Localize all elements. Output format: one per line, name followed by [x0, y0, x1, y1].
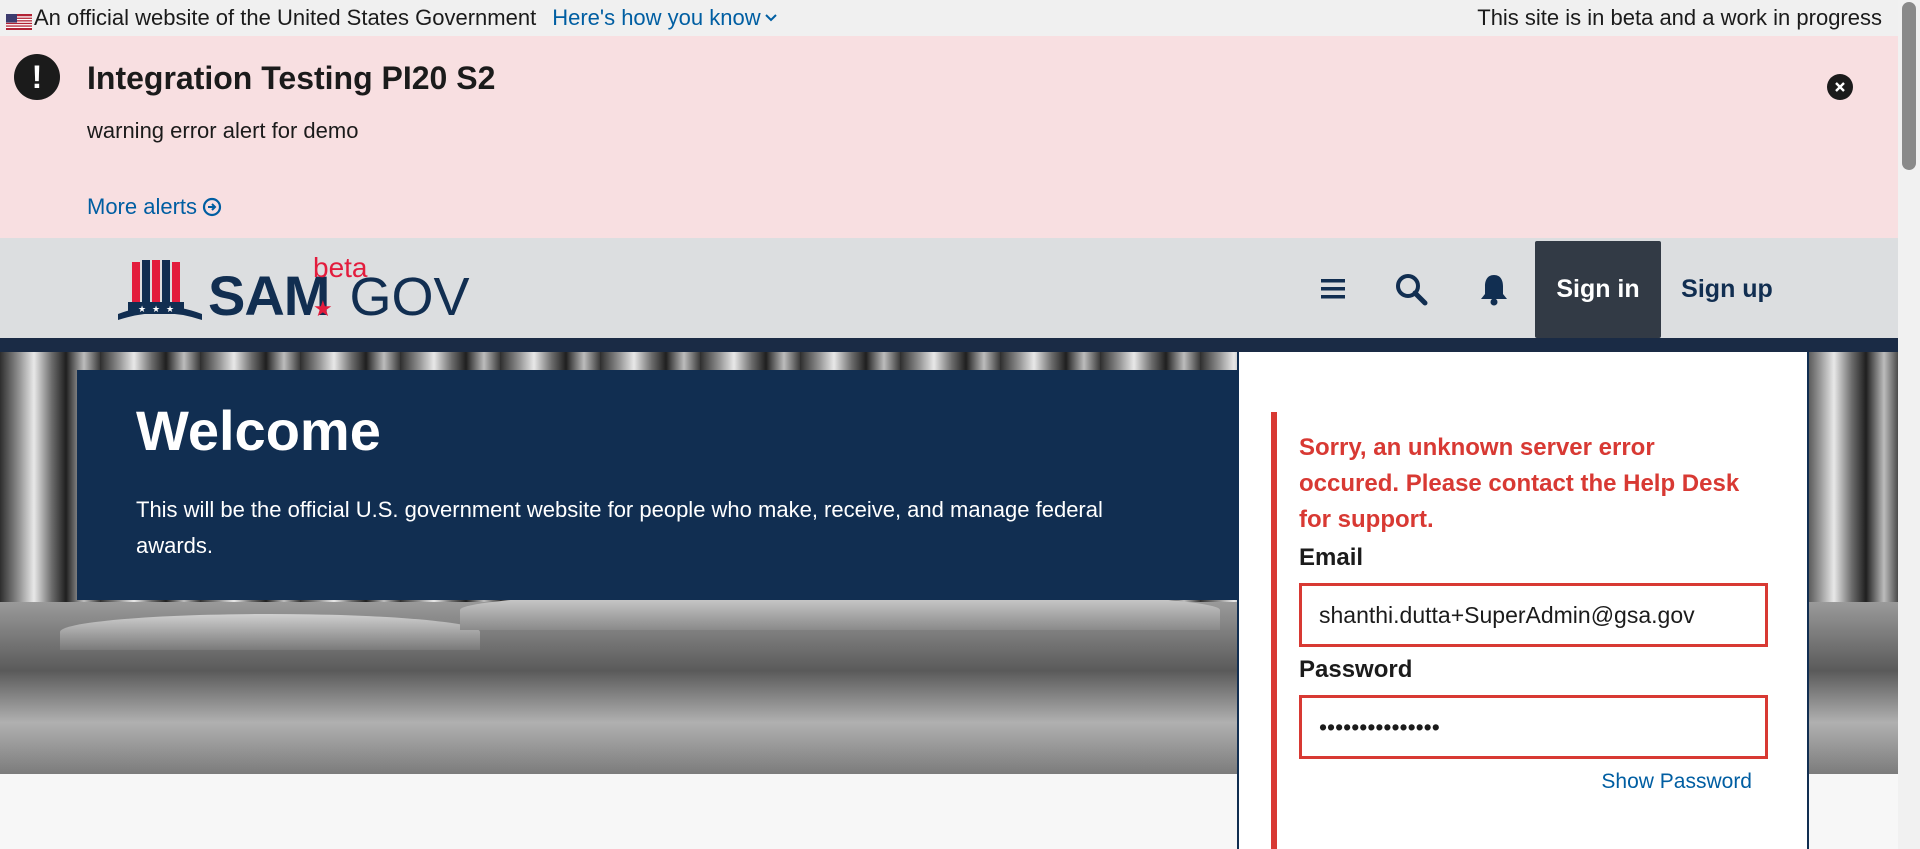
site-header: ★ ★ ★ SAM beta ★ GOV Sign in Sign up — [0, 238, 1898, 338]
bell-icon — [1481, 275, 1507, 306]
svg-text:★: ★ — [152, 304, 160, 314]
logo-sam-text: SAM — [208, 264, 330, 327]
sam-gov-logo[interactable]: ★ ★ ★ SAM beta ★ GOV — [116, 252, 469, 324]
alert-title: Integration Testing PI20 S2 — [87, 60, 496, 96]
welcome-title: Welcome — [136, 399, 381, 462]
vertical-scrollbar[interactable] — [1898, 0, 1920, 849]
notifications-button[interactable] — [1477, 272, 1511, 306]
alert-body: warning error alert for demo — [87, 118, 359, 143]
email-field[interactable] — [1299, 583, 1768, 647]
menu-button[interactable] — [1316, 272, 1350, 306]
show-password-link[interactable]: Show Password — [1601, 770, 1752, 794]
menu-icon — [1321, 279, 1345, 299]
close-icon — [1835, 82, 1845, 92]
search-icon — [1396, 274, 1428, 306]
login-error-message: Sorry, an unknown server error occured. … — [1299, 434, 1740, 533]
how-you-know-label: Here's how you know — [552, 5, 761, 30]
email-label: Email — [1299, 544, 1364, 571]
scrollbar-thumb[interactable] — [1902, 2, 1916, 170]
beta-note: This site is in beta and a work in progr… — [1477, 5, 1882, 30]
error-indicator-bar — [1271, 412, 1277, 849]
exclamation-icon: ! — [14, 54, 60, 100]
search-button[interactable] — [1394, 272, 1428, 306]
welcome-text: This will be the official U.S. governmen… — [136, 497, 1103, 558]
how-you-know-link[interactable]: Here's how you know — [552, 5, 777, 31]
login-panel: Sorry, an unknown server error occured. … — [1237, 352, 1809, 849]
svg-text:★: ★ — [138, 304, 146, 314]
arrow-circle-right-icon — [202, 197, 222, 217]
logo-star-icon: ★ — [313, 296, 333, 321]
column-base-decoration — [60, 614, 480, 650]
uncle-sam-hat-icon: ★ ★ ★ — [118, 260, 202, 320]
more-alerts-label: More alerts — [87, 194, 198, 219]
password-field[interactable] — [1299, 695, 1768, 759]
chevron-down-icon — [764, 14, 777, 22]
alert-banner: ! Integration Testing PI20 S2 warning er… — [0, 36, 1898, 238]
logo-beta-text: beta — [313, 252, 368, 283]
welcome-box: Welcome This will be the official U.S. g… — [77, 370, 1237, 600]
svg-text:★: ★ — [166, 304, 174, 314]
official-site-text: An official website of the United States… — [34, 5, 537, 30]
password-label: Password — [1299, 656, 1413, 683]
close-alert-button[interactable] — [1827, 74, 1853, 100]
sign-in-button[interactable]: Sign in — [1535, 241, 1661, 338]
header-stripe — [0, 338, 1898, 352]
gov-banner: An official website of the United States… — [0, 0, 1898, 36]
us-flag-icon — [6, 10, 32, 30]
more-alerts-link[interactable]: More alerts — [87, 194, 222, 220]
sign-up-button[interactable]: Sign up — [1670, 241, 1784, 338]
